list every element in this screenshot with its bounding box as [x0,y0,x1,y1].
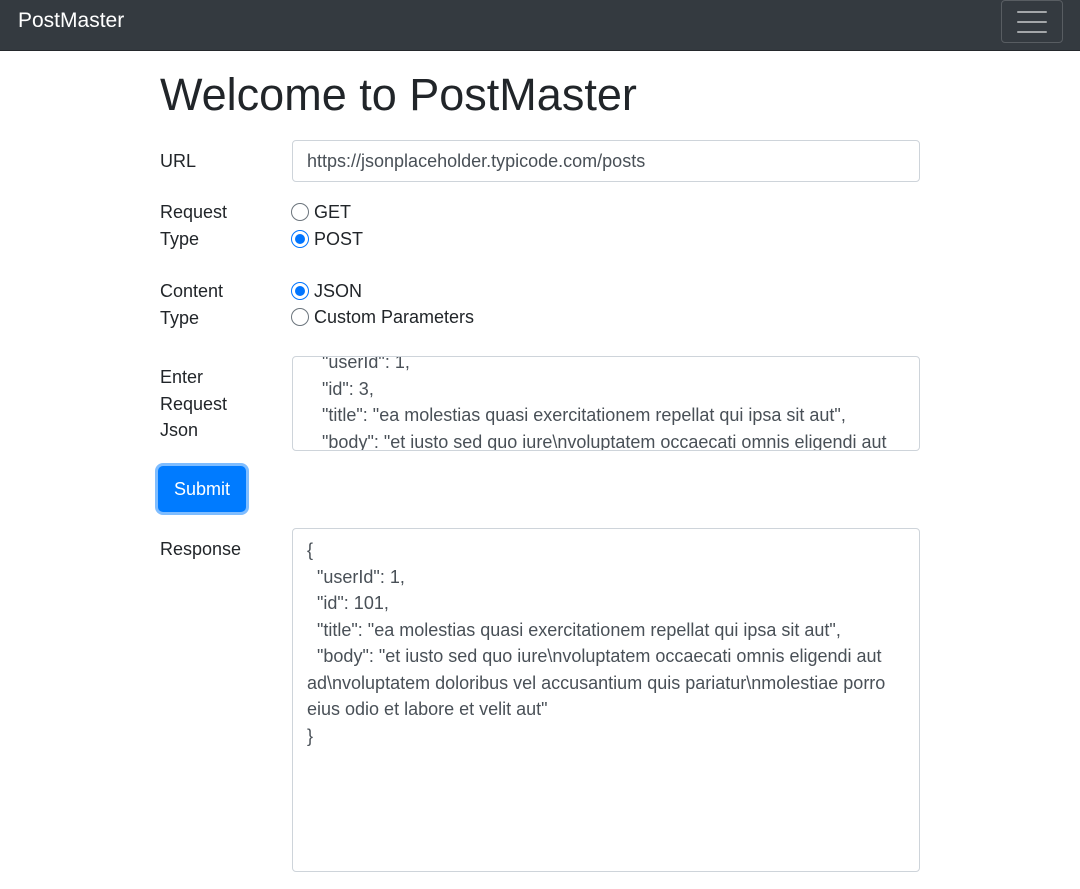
request-type-get-option[interactable]: GET [291,199,351,225]
response-label: Response [160,539,242,559]
request-json-content: "userId": 1, "id": 3, "title": "ea moles… [307,356,905,451]
request-type-post-option[interactable]: POST [291,226,363,252]
navbar-toggle-button[interactable] [1001,0,1063,43]
radio-custom-parameters-label[interactable]: Custom Parameters [314,307,474,328]
radio-post[interactable] [291,230,309,248]
hamburger-menu-icon [1017,10,1047,33]
top-navbar: PostMaster [0,0,1080,51]
radio-json[interactable] [291,282,309,300]
submit-button[interactable]: Submit [158,466,246,512]
content-type-custom-option[interactable]: Custom Parameters [291,304,474,330]
request-type-label: Request Type [160,202,228,249]
response-textarea[interactable]: { "userId": 1, "id": 101, "title": "ea m… [292,528,920,872]
radio-json-label[interactable]: JSON [314,281,362,302]
radio-get-label[interactable]: GET [314,202,351,223]
request-json-line-3: "title": "ea molestias quasi exercitatio… [322,405,846,425]
content-type-json-option[interactable]: JSON [291,278,362,304]
radio-get[interactable] [291,203,309,221]
request-json-textarea[interactable]: "userId": 1, "id": 3, "title": "ea moles… [292,356,920,451]
content-type-label: Content Type [160,281,224,328]
request-json-label: Enter Request Json [160,367,228,440]
radio-post-label[interactable]: POST [314,229,363,250]
url-label: URL [160,151,197,171]
request-json-line-1: "userId": 1, [322,356,410,372]
radio-custom-parameters[interactable] [291,308,309,326]
url-input[interactable]: https://jsonplaceholder.typicode.com/pos… [292,140,920,182]
page-title: Welcome to PostMaster [160,69,637,120]
brand-logo-text[interactable]: PostMaster [18,8,124,34]
request-json-line-2: "id": 3, [322,378,374,399]
request-json-line-4: "body": "et iusto sed quo iure\nvoluptat… [322,431,887,451]
response-content: { "userId": 1, "id": 101, "title": "ea m… [307,540,886,746]
